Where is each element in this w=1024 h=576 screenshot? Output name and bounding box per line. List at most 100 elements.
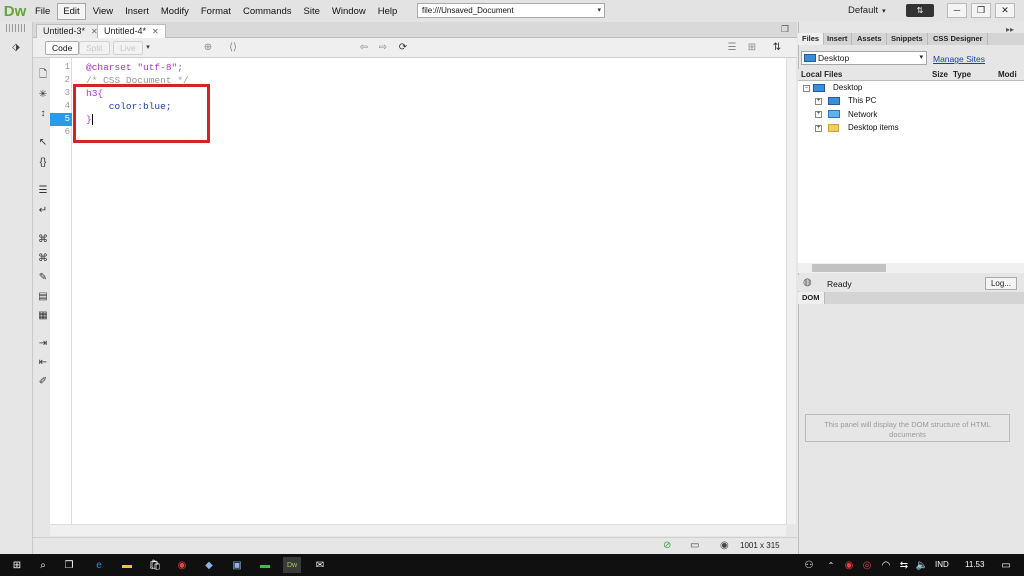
chevron-down-icon[interactable]: ▾	[597, 4, 601, 17]
files-horizontal-scrollbar[interactable]	[798, 263, 1024, 273]
column-local-files[interactable]: Local Files	[801, 70, 842, 79]
menu-edit[interactable]: Edit	[57, 2, 86, 20]
back-arrow-icon[interactable]: ⇦	[357, 41, 371, 55]
column-modified[interactable]: Modi	[998, 70, 1017, 79]
restore-button[interactable]: ❐	[971, 3, 991, 18]
expand-icon[interactable]: +	[815, 98, 822, 105]
recent-snippets-icon[interactable]: ▤	[36, 289, 50, 303]
word-wrap-icon[interactable]: ↵	[36, 203, 50, 217]
chevron-down-icon[interactable]: ▾	[919, 52, 923, 64]
horizontal-scrollbar[interactable]	[50, 524, 786, 536]
file-explorer-icon[interactable]: ▬	[118, 557, 136, 573]
code-view-button[interactable]: Code	[45, 41, 80, 55]
collapse-icon[interactable]: −	[803, 85, 810, 92]
tree-item-network[interactable]: Network	[848, 109, 877, 121]
store-icon[interactable]: 🛍	[146, 557, 164, 573]
task-view-icon[interactable]: ❐	[60, 557, 78, 573]
menu-format[interactable]: Format	[196, 4, 236, 19]
tab-untitled-3[interactable]: Untitled-3* ✕	[36, 24, 105, 38]
chevron-down-icon[interactable]: ▾	[141, 41, 155, 55]
live-view-button[interactable]: Live	[113, 41, 143, 55]
log-button[interactable]: Log...	[985, 277, 1017, 290]
tab-dom[interactable]: DOM	[798, 292, 825, 304]
menu-window[interactable]: Window	[327, 4, 371, 19]
outdent-icon[interactable]: ⇤	[36, 355, 50, 369]
tab-assets[interactable]: Assets	[853, 33, 887, 45]
no-errors-icon[interactable]: ⊘	[663, 540, 671, 551]
capture-icon[interactable]: ◎	[858, 557, 876, 573]
expand-icon[interactable]: +	[815, 111, 822, 118]
tab-untitled-4[interactable]: Untitled-4* ✕	[97, 24, 166, 38]
collapse-selection-icon[interactable]: ↕	[36, 106, 50, 120]
menu-file[interactable]: File	[30, 4, 55, 19]
app-cube-icon[interactable]: ◆	[200, 557, 218, 573]
app-box-icon[interactable]: ▣	[228, 557, 246, 573]
tab-css-designer[interactable]: CSS Designer	[929, 33, 988, 45]
chat-app-icon[interactable]: ▬	[256, 557, 274, 573]
open-documents-icon[interactable]: 🗋	[36, 68, 50, 82]
refresh-icon[interactable]: ⟳	[396, 41, 410, 55]
file-management-icon[interactable]: ⊞	[745, 41, 759, 55]
column-size[interactable]: Size	[932, 70, 948, 79]
tree-item-this-pc[interactable]: This PC	[848, 95, 876, 107]
move-css-icon[interactable]: ▦	[36, 308, 50, 322]
split-view-button[interactable]: Split	[79, 41, 110, 55]
code-navigator-icon[interactable]: ⟨⟩	[226, 41, 240, 55]
remove-comment-icon[interactable]: ⌘	[36, 251, 50, 265]
indent-icon[interactable]: ⇥	[36, 336, 50, 350]
menu-insert[interactable]: Insert	[120, 4, 154, 19]
device-preview-icon[interactable]: ▭	[690, 540, 699, 551]
windows-start-icon[interactable]: ⊞	[8, 557, 26, 573]
tab-snippets[interactable]: Snippets	[887, 33, 928, 45]
dreamweaver-taskbar-icon[interactable]: Dw	[283, 557, 301, 573]
edge-browser-icon[interactable]: e	[90, 557, 108, 573]
language-indicator[interactable]: IND	[935, 560, 949, 569]
site-selector[interactable]: Desktop ▾	[801, 51, 927, 65]
network-status-icon[interactable]: ⇆	[895, 557, 913, 573]
workspace-switcher[interactable]: Default ▾	[848, 5, 886, 16]
manage-sites-link[interactable]: Manage Sites	[933, 54, 985, 64]
tree-item-desktop-items[interactable]: Desktop items	[848, 122, 899, 134]
sort-icon[interactable]: ⇅	[770, 41, 784, 55]
tree-item-desktop[interactable]: Desktop	[833, 82, 862, 94]
tab-insert[interactable]: Insert	[823, 33, 853, 45]
wifi-icon[interactable]: ◠	[877, 557, 895, 573]
chrome-icon[interactable]: ◉	[173, 557, 191, 573]
people-icon[interactable]: ⚇	[800, 557, 818, 573]
sync-settings-icon[interactable]: ⇅	[906, 4, 934, 17]
balance-braces-icon[interactable]: {}	[36, 155, 50, 169]
vertical-scrollbar[interactable]	[786, 58, 796, 524]
address-input[interactable]: file:///Unsaved_Document ▾	[417, 3, 605, 18]
visual-aids-icon[interactable]: ☰	[725, 41, 739, 55]
inspect-icon[interactable]: ⊕	[201, 41, 215, 55]
collapse-tag-icon[interactable]: ✳	[36, 87, 50, 101]
line-numbers-icon[interactable]: ☰	[36, 183, 50, 197]
insert-panel-icon[interactable]: ⬗	[7, 40, 25, 54]
window-size-icon[interactable]: ◉	[720, 540, 729, 551]
menu-site[interactable]: Site	[299, 4, 325, 19]
scrollbar-thumb[interactable]	[812, 264, 886, 272]
clock[interactable]: 11.53	[965, 560, 984, 569]
close-button[interactable]: ✕	[995, 3, 1015, 18]
restore-document-icon[interactable]: ❐	[781, 24, 789, 35]
menu-modify[interactable]: Modify	[156, 4, 194, 19]
menu-view[interactable]: View	[88, 4, 118, 19]
menu-commands[interactable]: Commands	[238, 4, 297, 19]
search-icon[interactable]: ⌕	[34, 557, 52, 573]
wrap-tag-icon[interactable]: ✎	[36, 270, 50, 284]
format-source-icon[interactable]: ✐	[36, 374, 50, 388]
notifications-icon[interactable]: ▭	[997, 557, 1015, 573]
column-type[interactable]: Type	[953, 70, 971, 79]
expand-icon[interactable]: +	[815, 125, 822, 132]
minimize-button[interactable]: ─	[947, 3, 967, 18]
tab-files[interactable]: Files	[798, 33, 825, 45]
select-parent-tag-icon[interactable]: ↖	[36, 135, 50, 149]
volume-icon[interactable]: 🔈	[913, 557, 931, 573]
menu-help[interactable]: Help	[373, 4, 403, 19]
apply-comment-icon[interactable]: ⌘	[36, 232, 50, 246]
code-line[interactable]: @charset "utf-8";	[86, 61, 183, 74]
panel-grip[interactable]	[6, 24, 26, 32]
close-icon[interactable]: ✕	[152, 27, 159, 36]
forward-arrow-icon[interactable]: ⇨	[376, 41, 390, 55]
chevron-up-icon[interactable]: ⌃	[822, 557, 840, 573]
